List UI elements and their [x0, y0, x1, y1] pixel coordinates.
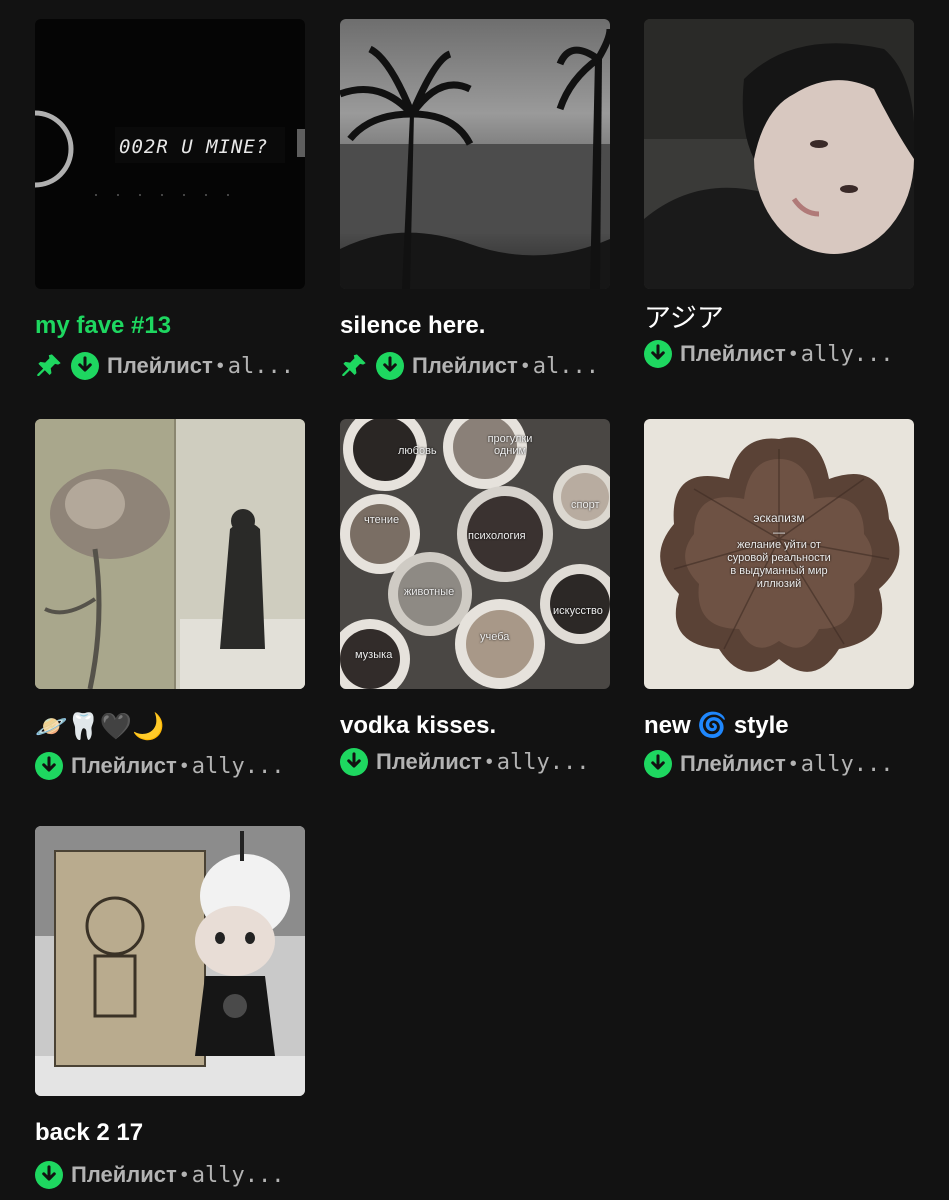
cover-label: спорт: [571, 499, 600, 511]
playlist-title[interactable]: vodka kisses.: [340, 711, 610, 741]
playlist-cover[interactable]: [340, 19, 610, 289]
playlist-meta: Плейлист • ally...: [644, 749, 914, 779]
cover-label: музыка: [355, 649, 393, 661]
cover-label: учеба: [480, 631, 510, 643]
playlist-owner: ally...: [496, 749, 590, 775]
playlist-card[interactable]: アジア Плейлист • ally...: [644, 19, 914, 369]
playlist-meta: Плейлист • ally...: [644, 339, 914, 369]
playlist-owner: ally...: [191, 753, 285, 779]
playlist-title[interactable]: アジア: [644, 303, 914, 333]
download-icon: [35, 1161, 63, 1189]
cover-text: желание уйти от суровой реальности в выд…: [727, 539, 831, 590]
playlist-type: Плейлист: [680, 751, 786, 776]
download-icon: [340, 748, 368, 776]
playlist-type: Плейлист: [71, 1162, 177, 1187]
download-icon: [71, 352, 99, 380]
playlist-type: Плейлист: [412, 353, 518, 378]
playlist-title[interactable]: silence here.: [340, 311, 610, 341]
meta-separator: •: [180, 754, 188, 777]
cover-label: прогулки одним: [487, 433, 533, 457]
playlist-type: Плейлист: [680, 341, 786, 366]
playlist-card[interactable]: 🪐🦷🖤🌙 Плейлист • ally...: [35, 419, 305, 781]
download-icon: [644, 750, 672, 778]
download-icon: [376, 352, 404, 380]
cover-label: искусство: [553, 605, 603, 617]
cover-text: 002R U MINE?: [119, 136, 269, 158]
cover-image: [340, 19, 610, 289]
playlist-owner: ally...: [191, 1162, 285, 1188]
playlist-cover[interactable]: эскапизм — желание уйти от суровой реаль…: [644, 419, 914, 689]
playlist-type: Плейлист: [71, 753, 177, 778]
playlist-meta: Плейлист • ally...: [340, 747, 610, 777]
playlist-cover[interactable]: [35, 826, 305, 1096]
cover-text: —: [773, 525, 785, 539]
meta-separator: •: [789, 752, 797, 775]
cover-label: чтение: [364, 514, 400, 526]
cover-image: [35, 826, 305, 1096]
download-icon: [644, 340, 672, 368]
playlist-title[interactable]: back 2 17: [35, 1118, 305, 1148]
playlist-meta: Плейлист • ally...: [35, 751, 305, 781]
playlist-title[interactable]: my fave #13: [35, 311, 305, 341]
cover-image: [35, 419, 305, 689]
cover-label: животные: [404, 586, 455, 598]
meta-separator: •: [521, 354, 529, 377]
playlist-owner: al...: [532, 353, 600, 379]
pin-icon: [37, 354, 61, 377]
playlist-meta: Плейлист • ally...: [35, 1160, 305, 1190]
playlist-owner: al...: [227, 353, 295, 379]
playlist-title[interactable]: new 🌀 style: [644, 711, 914, 741]
meta-separator: •: [485, 750, 493, 773]
playlist-card[interactable]: silence here. Плейлист • al...: [340, 19, 610, 381]
playlist-title[interactable]: 🪐🦷🖤🌙: [35, 711, 305, 741]
playlist-cover[interactable]: [35, 419, 305, 689]
playlist-card[interactable]: 002R U MINE? my fave #13 Плейлист • al..…: [35, 19, 305, 381]
cover-image: [644, 19, 914, 289]
playlist-cover[interactable]: 002R U MINE?: [35, 19, 305, 289]
meta-separator: •: [180, 1163, 188, 1186]
cover-label: психология: [468, 530, 526, 542]
playlist-meta: Плейлист • al...: [35, 351, 305, 381]
cover-text: эскапизм: [753, 511, 805, 525]
meta-separator: •: [216, 354, 224, 377]
download-icon: [35, 752, 63, 780]
playlist-meta: Плейлист • al...: [340, 351, 610, 381]
playlist-owner: ally...: [800, 341, 894, 367]
playlist-grid: 002R U MINE? my fave #13 Плейлист • al..…: [0, 0, 949, 1200]
meta-separator: •: [789, 342, 797, 365]
playlist-cover[interactable]: [644, 19, 914, 289]
playlist-card[interactable]: back 2 17 Плейлист • ally...: [35, 826, 305, 1190]
playlist-type: Плейлист: [376, 749, 482, 774]
playlist-cover[interactable]: любовь прогулки одним чтение спорт психо…: [340, 419, 610, 689]
pin-icon: [342, 354, 366, 377]
playlist-card[interactable]: любовь прогулки одним чтение спорт психо…: [340, 419, 610, 777]
playlist-type: Плейлист: [107, 353, 213, 378]
playlist-owner: ally...: [800, 751, 894, 777]
cover-label: любовь: [398, 445, 437, 457]
playlist-card[interactable]: эскапизм — желание уйти от суровой реаль…: [644, 419, 914, 779]
